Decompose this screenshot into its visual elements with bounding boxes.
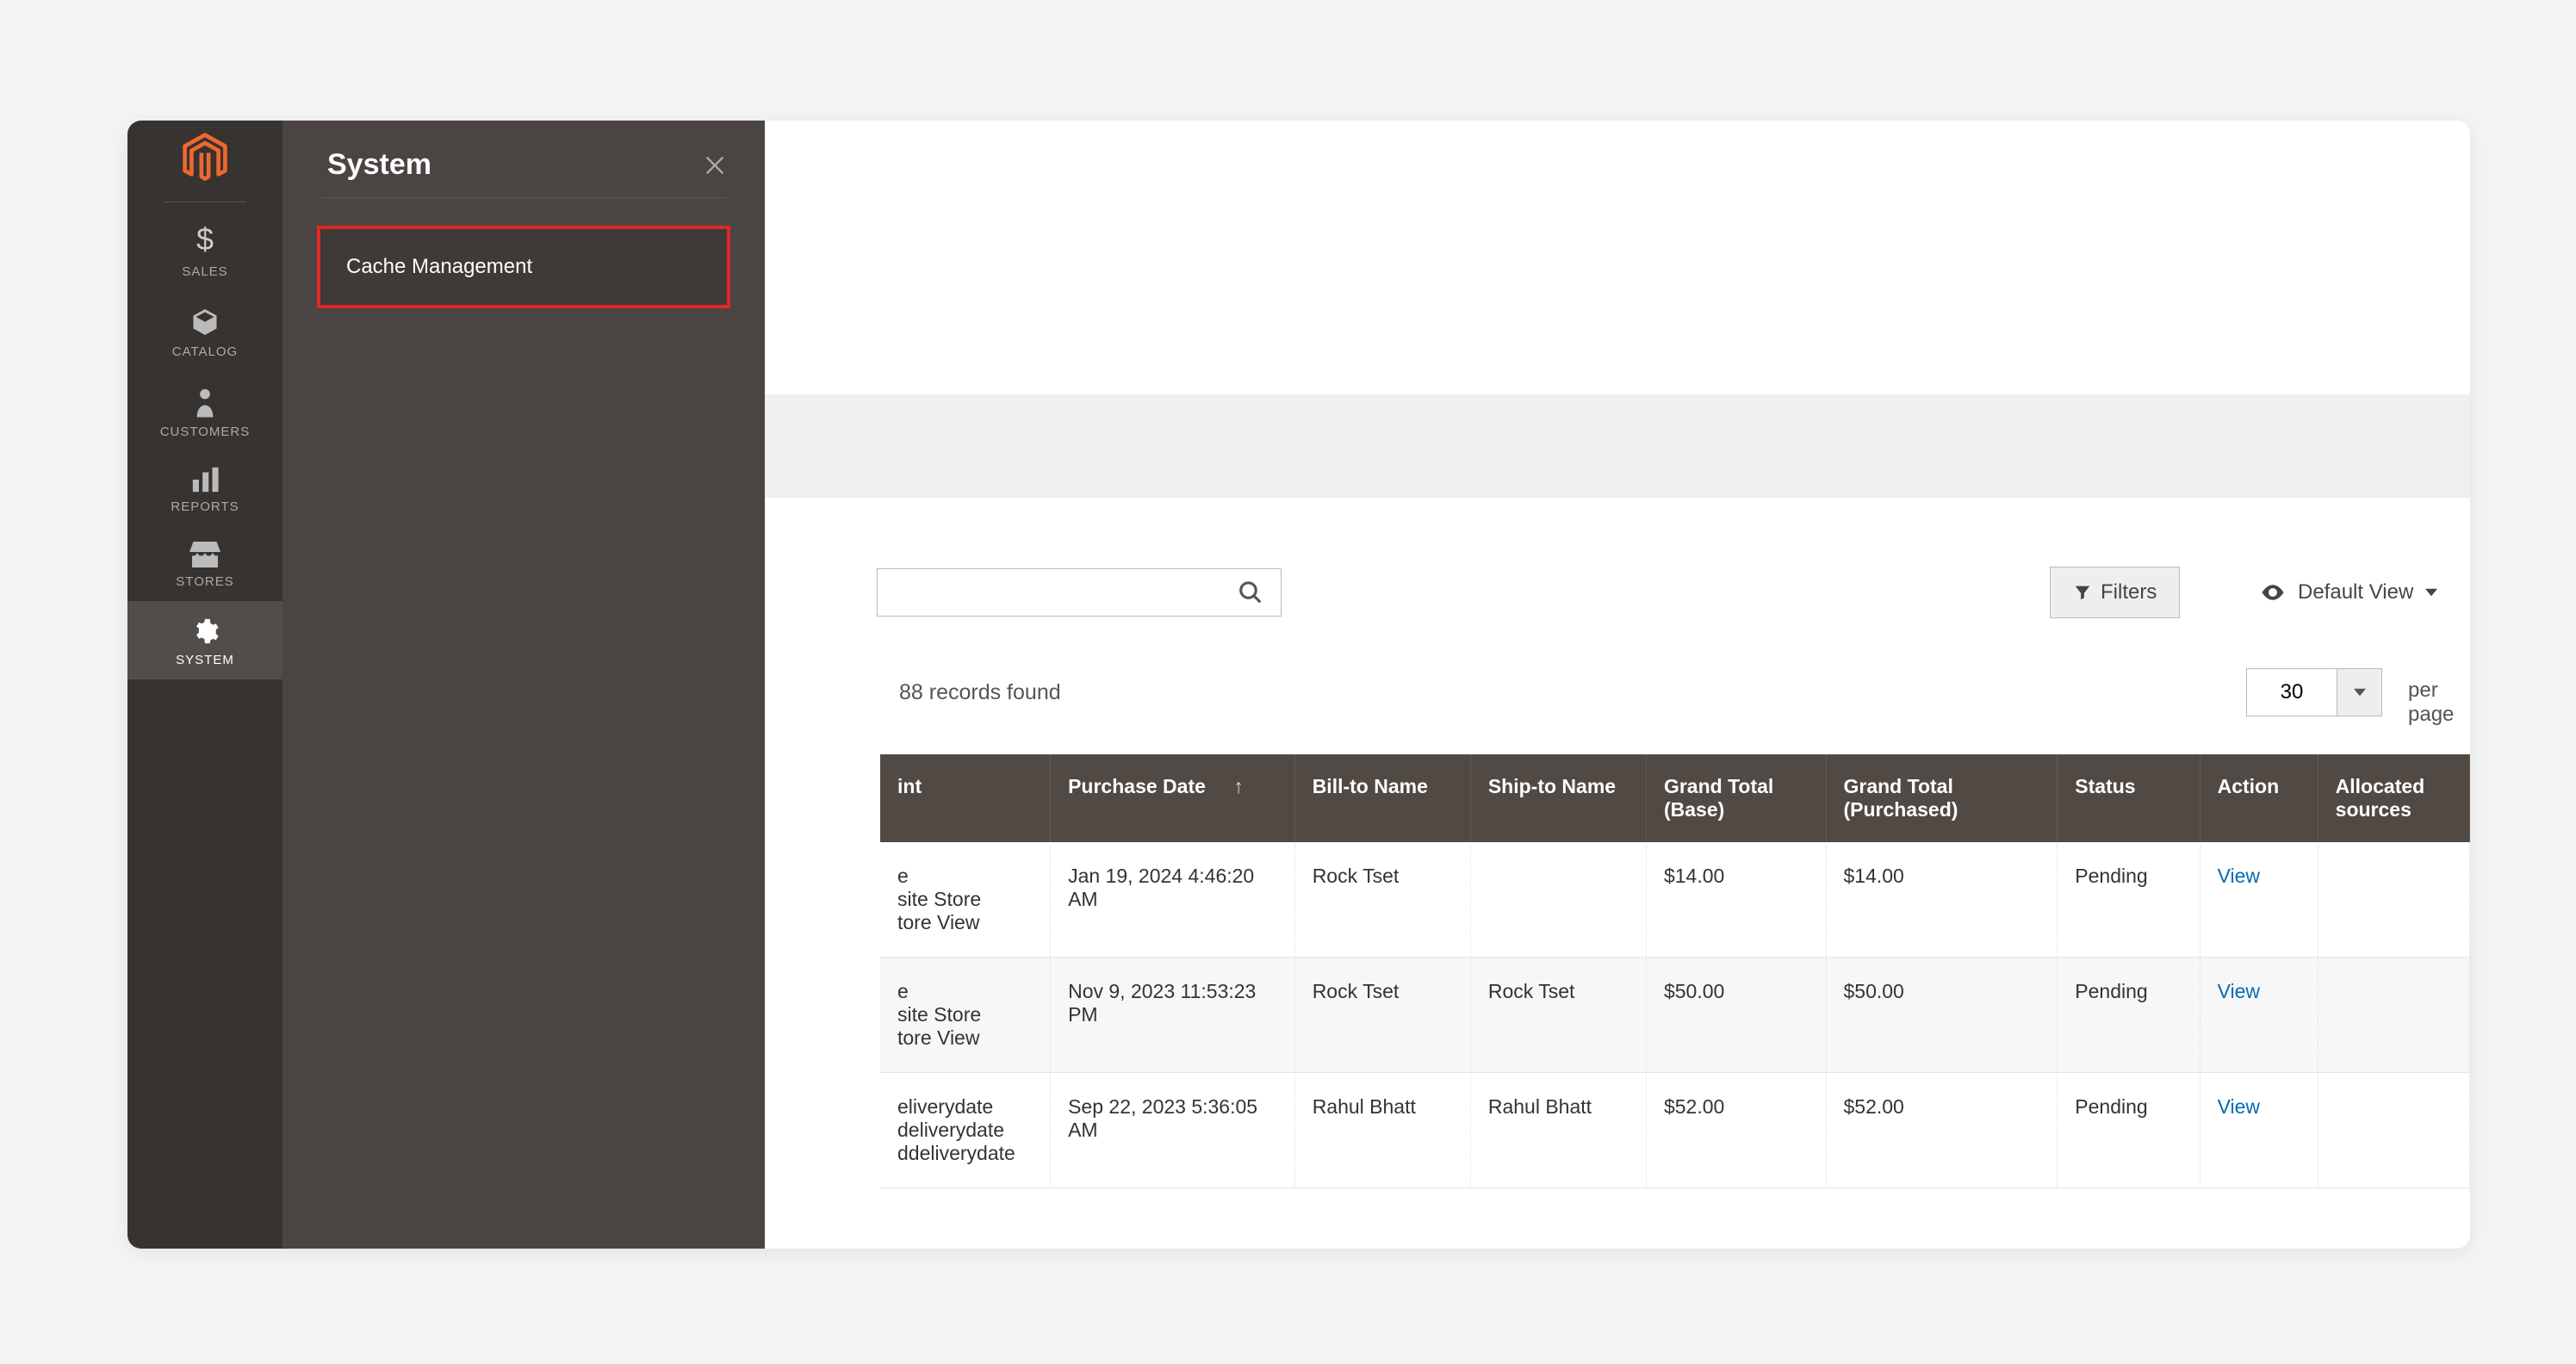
flyout-cache-management[interactable]: Cache Management — [317, 226, 730, 308]
th-purchase-date[interactable]: Purchase Date ↑ — [1051, 754, 1295, 842]
view-link[interactable]: View — [2218, 1095, 2260, 1118]
cell-purchase-date: Nov 9, 2023 11:53:23 PM — [1051, 958, 1295, 1073]
close-icon — [703, 153, 727, 177]
cell-gt-base: $52.00 — [1646, 1073, 1826, 1188]
storefront-icon — [189, 542, 220, 567]
flyout-separator — [320, 197, 727, 198]
cell-purchase-date: Jan 19, 2024 4:46:20 AM — [1051, 842, 1295, 958]
cell-bill-to: Rahul Bhatt — [1294, 1073, 1470, 1188]
cell-bill-to: Rock Tset — [1294, 842, 1470, 958]
bar-chart-icon — [190, 467, 220, 493]
th-purchase-date-label: Purchase Date — [1068, 775, 1206, 797]
cell-gt-base: $50.00 — [1646, 958, 1826, 1073]
page-size-input[interactable] — [2246, 668, 2337, 716]
funnel-icon — [2073, 583, 2092, 602]
table-row[interactable]: eliverydate deliverydate ddeliverydate S… — [880, 1073, 2470, 1188]
nav-system-label: SYSTEM — [176, 653, 234, 667]
cell-gt-purchased: $52.00 — [1826, 1073, 2058, 1188]
cell-allocated — [2318, 958, 2469, 1073]
cell-gt-purchased: $50.00 — [1826, 958, 2058, 1073]
default-view-dropdown[interactable]: Default View — [2260, 568, 2437, 617]
cell-ship-to: Rock Tset — [1470, 958, 1646, 1073]
cell-allocated — [2318, 842, 2469, 958]
table-header-row: int Purchase Date ↑ Bill-to Name Ship-to… — [880, 754, 2470, 842]
flyout-title: System — [327, 148, 431, 182]
nav-sales-label: SALES — [182, 264, 227, 279]
cell-gt-base: $14.00 — [1646, 842, 1826, 958]
th-grand-total-base[interactable]: Grand Total (Base) — [1646, 754, 1826, 842]
cell-gt-purchased: $14.00 — [1826, 842, 2058, 958]
cell-ship-to — [1470, 842, 1646, 958]
cell-allocated — [2318, 1073, 2469, 1188]
th-action[interactable]: Action — [2200, 754, 2318, 842]
orders-table: int Purchase Date ↑ Bill-to Name Ship-to… — [880, 754, 2470, 1188]
eye-icon — [2260, 580, 2286, 605]
cell-point: e site Store tore View — [880, 842, 1051, 958]
caret-down-icon — [2425, 586, 2437, 598]
nav-reports-label: REPORTS — [171, 499, 239, 514]
nav-catalog[interactable]: CATALOG — [127, 291, 282, 371]
default-view-label: Default View — [2298, 580, 2413, 604]
gear-icon — [190, 617, 220, 646]
magento-logo-icon[interactable] — [183, 133, 227, 184]
cell-status: Pending — [2058, 958, 2200, 1073]
view-link[interactable]: View — [2218, 980, 2260, 1002]
nav-stores[interactable]: STORES — [127, 526, 282, 601]
dollar-icon: $ — [196, 221, 214, 257]
th-bill-to[interactable]: Bill-to Name — [1294, 754, 1470, 842]
cell-purchase-date: Sep 22, 2023 5:36:05 AM — [1051, 1073, 1295, 1188]
filters-label: Filters — [2101, 580, 2157, 604]
cell-status: Pending — [2058, 1073, 2200, 1188]
cell-status: Pending — [2058, 842, 2200, 958]
table-row[interactable]: e site Store tore View Nov 9, 2023 11:53… — [880, 958, 2470, 1073]
records-found: 88 records found — [899, 680, 1061, 705]
cell-point: e site Store tore View — [880, 958, 1051, 1073]
th-allocated[interactable]: Allocated sources — [2318, 754, 2469, 842]
filters-button[interactable]: Filters — [2050, 567, 2180, 618]
nav-reports[interactable]: REPORTS — [127, 451, 282, 526]
table-row[interactable]: e site Store tore View Jan 19, 2024 4:46… — [880, 842, 2470, 958]
th-status[interactable]: Status — [2058, 754, 2200, 842]
th-point[interactable]: int — [880, 754, 1051, 842]
flyout-close-button[interactable] — [703, 153, 727, 177]
table-body: e site Store tore View Jan 19, 2024 4:46… — [880, 842, 2470, 1188]
th-ship-to[interactable]: Ship-to Name — [1470, 754, 1646, 842]
person-icon — [193, 387, 217, 418]
th-grand-total-purchased[interactable]: Grand Total (Purchased) — [1826, 754, 2058, 842]
search-input[interactable] — [877, 568, 1282, 617]
search-icon — [1238, 580, 1263, 605]
cell-point: eliverydate deliverydate ddeliverydate — [880, 1073, 1051, 1188]
nav-sales[interactable]: $ SALES — [127, 206, 282, 291]
page-size — [2246, 668, 2382, 716]
cell-bill-to: Rock Tset — [1294, 958, 1470, 1073]
nav-customers-label: CUSTOMERS — [160, 425, 251, 439]
cell-ship-to: Rahul Bhatt — [1470, 1073, 1646, 1188]
nav-stores-label: STORES — [176, 574, 233, 589]
system-flyout: System Cache Management — [282, 121, 765, 1249]
nav-system[interactable]: SYSTEM — [127, 601, 282, 679]
box-icon — [189, 307, 220, 338]
per-page-label: per page — [2408, 679, 2470, 727]
view-link[interactable]: View — [2218, 865, 2260, 887]
admin-window: Filters Default View C 88 records found — [127, 121, 2470, 1249]
page-size-dropdown[interactable] — [2337, 668, 2382, 716]
sort-asc-icon: ↑ — [1233, 775, 1244, 797]
nav-catalog-label: CATALOG — [172, 344, 238, 359]
flyout-header: System — [282, 121, 765, 197]
nav-customers[interactable]: CUSTOMERS — [127, 371, 282, 451]
admin-sidebar: $ SALES CATALOG CUSTOMERS REPORTS STOR — [127, 121, 282, 1249]
